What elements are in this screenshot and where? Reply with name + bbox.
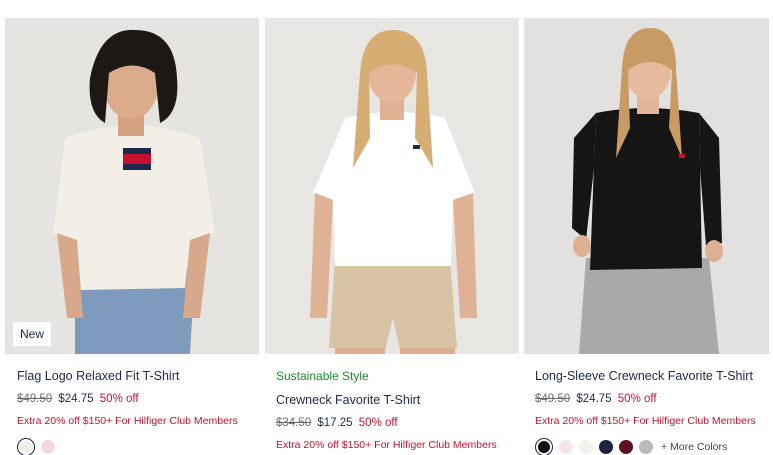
original-price: $49.50 xyxy=(535,393,571,405)
color-swatch[interactable] xyxy=(535,438,553,455)
sale-price: $24.75 xyxy=(58,393,94,405)
more-colors-link[interactable]: + More Colors xyxy=(661,441,727,453)
product-card-crewneck[interactable]: Sustainable Style Crewneck Favorite T-Sh… xyxy=(265,18,519,455)
model-photo-placeholder xyxy=(53,29,215,354)
promo-text: Extra 20% off $150+ For Hilfiger Club Me… xyxy=(535,415,756,427)
product-title[interactable]: Long-Sleeve Crewneck Favorite T-Shirt xyxy=(535,367,769,385)
original-price: $34.50 xyxy=(276,417,312,429)
color-swatch[interactable] xyxy=(639,440,653,454)
price-row: $34.50 $17.25 50% off xyxy=(276,415,519,431)
product-image[interactable] xyxy=(524,18,769,354)
product-title[interactable]: Flag Logo Relaxed Fit T-Shirt xyxy=(17,367,259,385)
product-image[interactable] xyxy=(265,18,519,354)
color-swatch[interactable] xyxy=(579,440,593,454)
sale-price: $17.25 xyxy=(317,417,353,429)
discount-label: 50% off xyxy=(358,417,398,429)
product-card-long-sleeve[interactable]: Long-Sleeve Crewneck Favorite T-Shirt $4… xyxy=(524,18,769,455)
color-swatch[interactable] xyxy=(599,440,613,454)
color-swatch[interactable] xyxy=(559,440,573,454)
original-price: $49.50 xyxy=(17,393,53,405)
discount-label: 50% off xyxy=(617,393,657,405)
model-photo-placeholder xyxy=(310,30,477,354)
price-row: $49.50 $24.75 50% off xyxy=(535,391,769,407)
color-swatch[interactable] xyxy=(41,440,55,454)
product-title[interactable]: Crewneck Favorite T-Shirt xyxy=(276,391,519,409)
model-photo-placeholder xyxy=(572,28,723,354)
product-image[interactable]: New xyxy=(5,18,259,354)
color-swatches xyxy=(17,438,259,455)
sale-price: $24.75 xyxy=(576,393,612,405)
color-swatch[interactable] xyxy=(17,438,35,455)
discount-label: 50% off xyxy=(99,393,139,405)
sustainable-style-tag: Sustainable Style xyxy=(276,369,369,383)
color-swatches: + More Colors xyxy=(535,438,769,455)
new-badge: New xyxy=(13,322,52,346)
price-row: $49.50 $24.75 50% off xyxy=(17,391,259,407)
promo-text: Extra 20% off $150+ For Hilfiger Club Me… xyxy=(17,415,238,427)
promo-text: Extra 20% off $150+ For Hilfiger Club Me… xyxy=(276,439,497,451)
color-swatch[interactable] xyxy=(619,440,633,454)
product-card-flag-logo[interactable]: New Flag Logo Relaxed Fit T-Shirt $49.50… xyxy=(5,18,259,455)
